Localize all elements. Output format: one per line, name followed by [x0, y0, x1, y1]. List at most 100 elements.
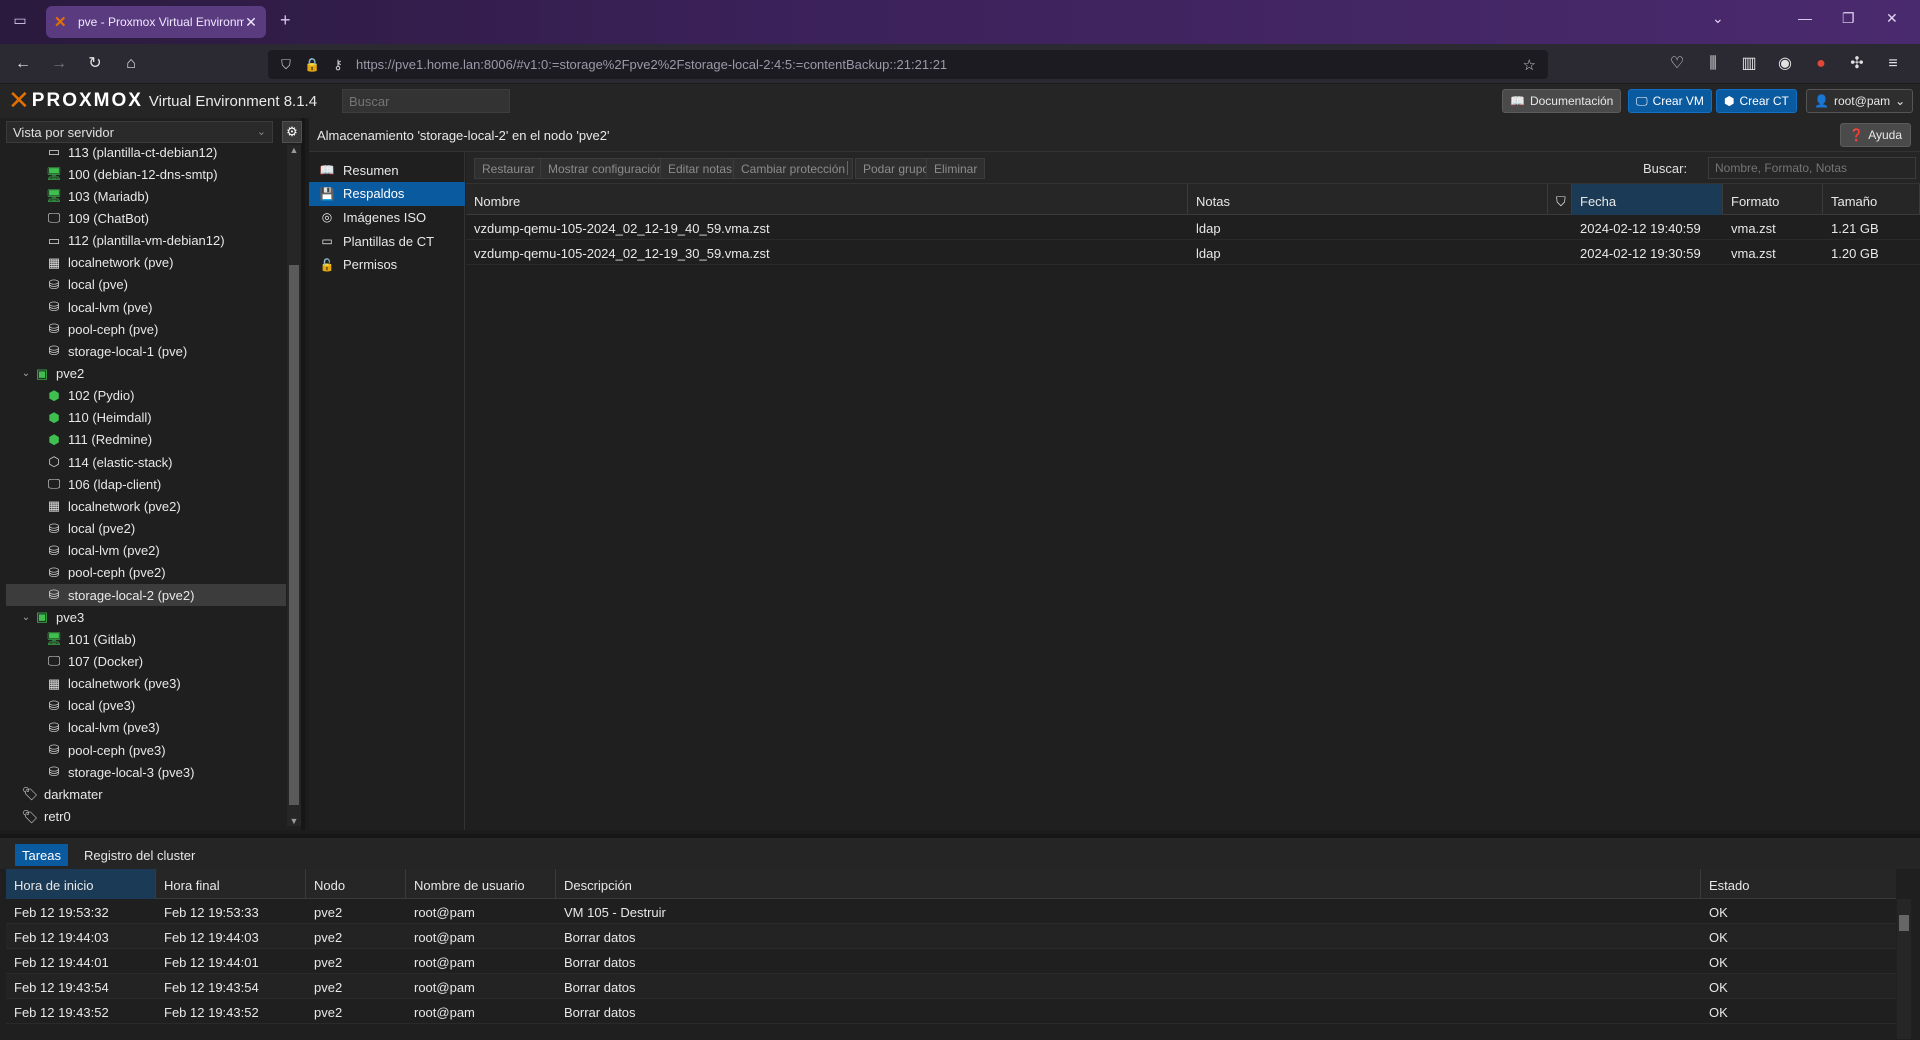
- help-button[interactable]: ❓ Ayuda: [1840, 123, 1911, 147]
- show-config-button[interactable]: Mostrar configuración: [540, 158, 672, 179]
- restore-button[interactable]: Restaurar: [474, 158, 543, 179]
- extensions-icon[interactable]: ✣: [1846, 54, 1868, 76]
- tree-node[interactable]: 🖥 100 (debian-12-dns-smtp): [6, 163, 286, 185]
- tree-node[interactable]: ▦ localnetwork (pve3): [6, 673, 286, 695]
- back-icon[interactable]: ←: [12, 54, 34, 76]
- tree-node[interactable]: ⬡ 114 (elastic-stack): [6, 451, 286, 473]
- tree-node[interactable]: ⬢ 111 (Redmine): [6, 429, 286, 451]
- tree-node[interactable]: ⛁ local-lvm (pve2): [6, 540, 286, 562]
- tree-node[interactable]: ⛁ local (pve2): [6, 518, 286, 540]
- tab-cluster-log[interactable]: Registro del cluster: [77, 844, 202, 866]
- tree-node[interactable]: ⛁ local-lvm (pve3): [6, 717, 286, 739]
- gear-icon[interactable]: ⚙: [282, 121, 302, 143]
- backup-search-input[interactable]: [1708, 157, 1916, 179]
- tree-scrollbar[interactable]: ▲ ▼: [287, 145, 301, 826]
- url-bar[interactable]: ⛉ 🔒 ⚷ https://pve1.home.lan:8006/#v1:0:=…: [268, 50, 1548, 79]
- library-icon[interactable]: ⫼: [1702, 54, 1724, 76]
- tree-node[interactable]: ⛁ local-lvm (pve): [6, 296, 286, 318]
- column-notes[interactable]: Notas: [1188, 184, 1548, 215]
- permissions-icon[interactable]: ⚷: [330, 57, 346, 73]
- column-node[interactable]: Nodo: [306, 869, 406, 899]
- tree-node[interactable]: ⌄ ▣ pve2: [6, 363, 286, 385]
- tree-node[interactable]: ⌄ ▣ pve3: [6, 606, 286, 628]
- column-description[interactable]: Descripción: [556, 869, 1701, 899]
- table-row[interactable]: vzdump-qemu-105-2024_02_12-19_30_59.vma.…: [466, 240, 1920, 265]
- tree-node[interactable]: ⛁ local (pve3): [6, 695, 286, 717]
- url-text[interactable]: https://pve1.home.lan:8006/#v1:0:=storag…: [356, 57, 1523, 72]
- view-selector[interactable]: Vista por servidor ⌄: [6, 121, 273, 143]
- submenu-item[interactable]: ◎ Imágenes ISO: [309, 205, 465, 229]
- tree-node[interactable]: ▦ localnetwork (pve2): [6, 495, 286, 517]
- scroll-down-icon[interactable]: ▼: [287, 816, 301, 826]
- tree-node[interactable]: 🏷 retr0: [6, 806, 286, 827]
- shield-icon[interactable]: ⛉: [278, 57, 294, 73]
- bookmark-star-icon[interactable]: ☆: [1523, 56, 1536, 74]
- reload-icon[interactable]: ↻: [84, 54, 106, 76]
- chevron-down-icon[interactable]: ⌄: [1712, 10, 1724, 27]
- account-icon[interactable]: ◉: [1774, 54, 1796, 76]
- scrollbar-thumb[interactable]: [289, 265, 299, 805]
- home-icon[interactable]: ⌂: [120, 54, 142, 76]
- tree-node[interactable]: ⛁ storage-local-2 (pve2): [6, 584, 286, 606]
- close-window-icon[interactable]: ✕: [1886, 10, 1898, 27]
- tree-node[interactable]: 🏷 darkmater: [6, 783, 286, 805]
- expand-chevron-icon[interactable]: ⌄: [20, 612, 32, 623]
- expand-chevron-icon[interactable]: ⌄: [20, 368, 32, 379]
- tree-node[interactable]: ⛁ pool-ceph (pve2): [6, 562, 286, 584]
- tree-node[interactable]: ⛁ local (pve): [6, 274, 286, 296]
- column-name[interactable]: Nombre: [466, 184, 1188, 215]
- column-start-time[interactable]: Hora de inicio: [6, 869, 156, 899]
- tree-node[interactable]: 🖥 103 (Mariadb): [6, 185, 286, 207]
- tree-node[interactable]: ⛁ pool-ceph (pve3): [6, 739, 286, 761]
- column-status[interactable]: Estado: [1701, 869, 1896, 899]
- restore-icon[interactable]: ❐: [1842, 10, 1855, 27]
- lock-icon[interactable]: 🔒: [304, 57, 320, 73]
- column-size[interactable]: Tamaño: [1823, 184, 1920, 215]
- minimize-icon[interactable]: —: [1798, 10, 1812, 26]
- task-row[interactable]: Feb 12 19:43:52 Feb 12 19:43:52 pve2 root@p…: [6, 999, 1896, 1024]
- tree-node[interactable]: ▦ localnetwork (pve): [6, 252, 286, 274]
- extension-red-icon[interactable]: ●: [1810, 54, 1832, 76]
- column-format[interactable]: Formato: [1723, 184, 1823, 215]
- new-tab-icon[interactable]: +: [280, 10, 291, 31]
- documentation-button[interactable]: 📖 Documentación: [1502, 89, 1622, 113]
- browser-tab[interactable]: ✕ pve - Proxmox Virtual Environment ✕: [46, 6, 266, 38]
- tree-node[interactable]: 🖵 107 (Docker): [6, 650, 286, 672]
- close-tab-icon[interactable]: ✕: [244, 14, 258, 31]
- tree-node[interactable]: ⬢ 110 (Heimdall): [6, 407, 286, 429]
- tree-node[interactable]: ⛁ storage-local-1 (pve): [6, 340, 286, 362]
- table-row[interactable]: vzdump-qemu-105-2024_02_12-19_40_59.vma.…: [466, 215, 1920, 240]
- menu-icon[interactable]: ≡: [1882, 54, 1904, 76]
- task-row[interactable]: Feb 12 19:53:32 Feb 12 19:53:33 pve2 root@p…: [6, 899, 1896, 924]
- delete-button[interactable]: Eliminar: [926, 158, 986, 179]
- submenu-item[interactable]: 🔓 Permisos: [309, 253, 465, 277]
- create-vm-button[interactable]: 🖵 Crear VM: [1628, 89, 1712, 113]
- column-date[interactable]: Fecha: [1572, 184, 1723, 215]
- task-row[interactable]: Feb 12 19:43:54 Feb 12 19:43:54 pve2 root@p…: [6, 974, 1896, 999]
- tree-node[interactable]: 🖵 106 (ldap-client): [6, 473, 286, 495]
- edit-notes-button[interactable]: Editar notas: [660, 158, 741, 179]
- pocket-icon[interactable]: ♡: [1666, 54, 1688, 76]
- tree-node[interactable]: ▭ 112 (plantilla-vm-debian12): [6, 230, 286, 252]
- protected-shield-icon[interactable]: ⛉: [1548, 184, 1572, 215]
- sidebar-icon[interactable]: ▥: [1738, 54, 1760, 76]
- forward-icon[interactable]: →: [48, 54, 70, 76]
- tab-list-icon[interactable]: ▭: [10, 12, 30, 32]
- tree-node[interactable]: 🖥 101 (Gitlab): [6, 628, 286, 650]
- scrollbar-thumb[interactable]: [1899, 915, 1909, 931]
- change-protection-button[interactable]: Cambiar protección: [733, 158, 854, 179]
- tree-node[interactable]: ▭ 113 (plantilla-ct-debian12): [6, 145, 286, 163]
- tree-node[interactable]: ⛁ storage-local-3 (pve3): [6, 761, 286, 783]
- column-end-time[interactable]: Hora final: [156, 869, 306, 899]
- tree-node[interactable]: ⬢ 102 (Pydio): [6, 385, 286, 407]
- scroll-up-icon[interactable]: ▲: [287, 145, 301, 155]
- submenu-item[interactable]: 📖 Resumen: [309, 158, 465, 182]
- create-ct-button[interactable]: ⬢ Crear CT: [1716, 89, 1797, 113]
- submenu-item[interactable]: ▭ Plantillas de CT: [309, 229, 465, 253]
- column-user[interactable]: Nombre de usuario: [406, 869, 556, 899]
- task-scrollbar[interactable]: [1897, 899, 1911, 1039]
- tab-tasks[interactable]: Tareas: [15, 844, 69, 866]
- task-row[interactable]: Feb 12 19:44:03 Feb 12 19:44:03 pve2 root@p…: [6, 924, 1896, 949]
- tree-node[interactable]: ⛁ pool-ceph (pve): [6, 318, 286, 340]
- task-row[interactable]: Feb 12 19:44:01 Feb 12 19:44:01 pve2 root@p…: [6, 949, 1896, 974]
